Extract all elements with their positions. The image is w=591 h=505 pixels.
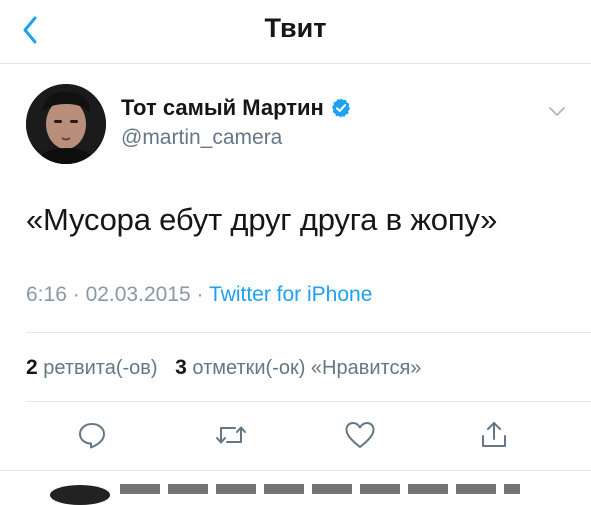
- retweets-stat[interactable]: 2 ретвита(-ов): [26, 356, 163, 379]
- likes-label: отметки(-ок) «Нравится»: [192, 357, 422, 379]
- avatar-image: [26, 84, 106, 164]
- page-title: Твит: [264, 13, 327, 43]
- like-button[interactable]: [340, 415, 380, 455]
- verified-badge-icon: [331, 98, 350, 118]
- chevron-down-icon: [549, 107, 565, 116]
- divider: [26, 332, 591, 333]
- author-name-row[interactable]: Тот самый Мартин: [121, 95, 352, 121]
- tweet-stats: 2 ретвита(-ов) 3 отметки(-ок) «Нравится»: [26, 356, 433, 380]
- author-handle[interactable]: @martin_camera: [121, 126, 282, 150]
- meta-separator: ·: [196, 283, 204, 306]
- tweet-time: 6:16: [26, 283, 67, 306]
- reply-icon: [79, 423, 105, 449]
- next-reply-preview: [120, 484, 520, 494]
- retweet-icon: [216, 426, 246, 444]
- heart-icon: [345, 422, 375, 448]
- tweet-meta: 6:16 · 02.03.2015 · Twitter for iPhone: [26, 283, 372, 307]
- author-name: Тот самый Мартин: [121, 95, 324, 120]
- navigation-bar: Твит: [0, 0, 591, 64]
- retweet-button[interactable]: [211, 415, 251, 455]
- tweet-text: «Мусора ебут друг друга в жопу»: [26, 202, 498, 237]
- divider: [0, 470, 591, 471]
- share-button[interactable]: [474, 415, 514, 455]
- reply-button[interactable]: [72, 415, 112, 455]
- likes-count: 3: [175, 356, 187, 379]
- share-icon: [482, 422, 506, 447]
- next-reply-avatar: [50, 485, 110, 505]
- divider: [26, 401, 591, 402]
- more-options-button[interactable]: [546, 100, 568, 122]
- retweets-label: ретвита(-ов): [43, 357, 158, 379]
- retweets-count: 2: [26, 356, 38, 379]
- tweet-date: 02.03.2015: [85, 283, 191, 306]
- meta-separator: ·: [72, 283, 80, 306]
- tweet-source-link[interactable]: Twitter for iPhone: [209, 283, 372, 306]
- action-bar: [0, 415, 591, 455]
- likes-stat[interactable]: 3 отметки(-ок) «Нравится»: [175, 356, 422, 379]
- avatar[interactable]: [26, 84, 106, 164]
